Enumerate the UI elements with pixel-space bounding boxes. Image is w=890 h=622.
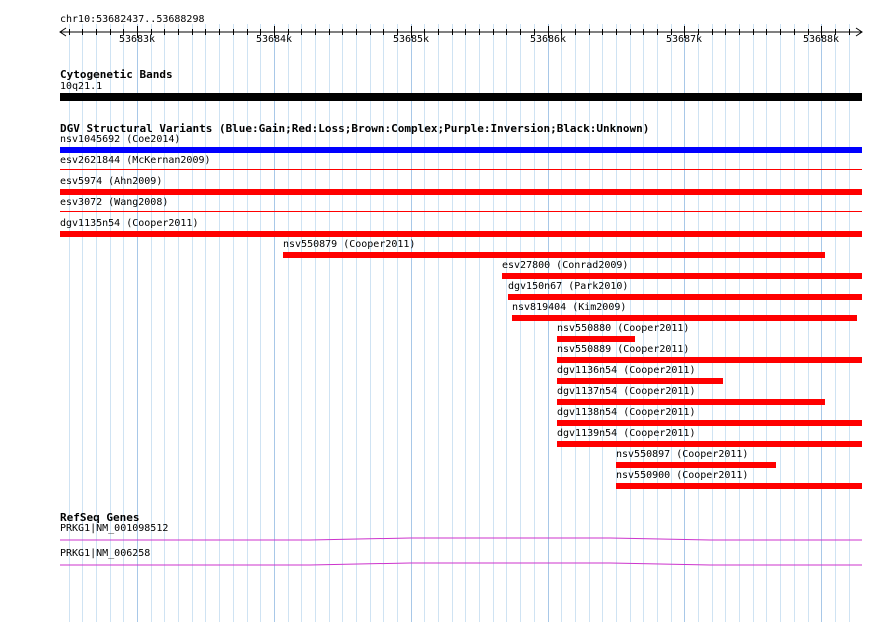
ruler-tick-label: 53683k: [118, 34, 156, 45]
sv-feature-bar[interactable]: [557, 357, 862, 363]
sv-feature-bar[interactable]: [283, 252, 825, 258]
sv-feature-bar[interactable]: [557, 399, 825, 405]
sv-feature-label[interactable]: nsv1045692 (Coe2014): [60, 134, 180, 146]
sv-feature-label[interactable]: esv27800 (Conrad2009): [502, 260, 628, 272]
sv-feature-label[interactable]: dgv1137n54 (Cooper2011): [557, 386, 695, 398]
sv-feature-bar[interactable]: [60, 211, 862, 212]
gene-model[interactable]: [0, 562, 890, 568]
sv-feature-label[interactable]: esv5974 (Ahn2009): [60, 176, 162, 188]
cytoband-bar[interactable]: [60, 93, 862, 101]
gene-feature-label[interactable]: PRKG1|NM_001098512: [60, 523, 168, 535]
sv-feature-bar[interactable]: [557, 420, 862, 426]
sv-feature-bar[interactable]: [616, 483, 862, 489]
ruler-tick-label: 53684k: [255, 34, 293, 45]
ruler-tick-label: 53687k: [665, 34, 703, 45]
gene-intron-line: [60, 562, 862, 566]
cytoband-label: 10q21.1: [60, 81, 103, 92]
sv-feature-bar[interactable]: [60, 169, 862, 170]
sv-feature-label[interactable]: dgv1136n54 (Cooper2011): [557, 365, 695, 377]
sv-feature-bar[interactable]: [616, 462, 776, 468]
sv-feature-label[interactable]: nsv550880 (Cooper2011): [557, 323, 689, 335]
sv-feature-label[interactable]: dgv1139n54 (Cooper2011): [557, 428, 695, 440]
sv-feature-bar[interactable]: [557, 336, 635, 342]
gene-intron-line: [60, 537, 862, 541]
sv-feature-label[interactable]: nsv819404 (Kim2009): [512, 302, 626, 314]
cytoband-track-title: Cytogenetic Bands: [60, 68, 173, 81]
sv-feature-label[interactable]: nsv550900 (Cooper2011): [616, 470, 748, 482]
sv-feature-label[interactable]: dgv1135n54 (Cooper2011): [60, 218, 198, 230]
sv-feature-bar[interactable]: [508, 294, 862, 300]
sv-feature-bar[interactable]: [502, 273, 862, 279]
sv-feature-bar[interactable]: [557, 441, 862, 447]
sv-feature-bar[interactable]: [60, 231, 862, 237]
sv-feature-bar[interactable]: [60, 189, 862, 195]
sv-feature-label[interactable]: esv2621844 (McKernan2009): [60, 155, 211, 167]
sv-feature-bar[interactable]: [512, 315, 857, 321]
sv-feature-label[interactable]: nsv550897 (Cooper2011): [616, 449, 748, 461]
sv-feature-label[interactable]: nsv550889 (Cooper2011): [557, 344, 689, 356]
sv-feature-bar[interactable]: [557, 378, 723, 384]
ruler-tick-label: 53688k: [802, 34, 840, 45]
gene-feature-label[interactable]: PRKG1|NM_006258: [60, 548, 150, 560]
sv-feature-bar[interactable]: [60, 147, 862, 153]
sv-feature-label[interactable]: dgv1138n54 (Cooper2011): [557, 407, 695, 419]
ruler-tick-label: 53686k: [529, 34, 567, 45]
sv-feature-label[interactable]: esv3072 (Wang2008): [60, 197, 168, 209]
ruler-tick-label: 53685k: [392, 34, 430, 45]
gene-model[interactable]: [0, 537, 890, 543]
sv-feature-label[interactable]: dgv150n67 (Park2010): [508, 281, 628, 293]
sv-feature-label[interactable]: nsv550879 (Cooper2011): [283, 239, 415, 251]
